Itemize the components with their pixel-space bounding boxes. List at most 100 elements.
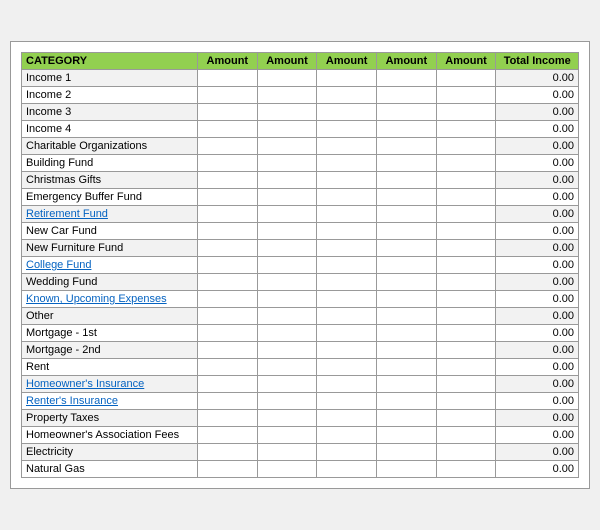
amount-cell[interactable] [317,70,377,87]
category-link[interactable]: Renter's Insurance [26,395,118,407]
amount-cell[interactable] [197,410,257,427]
amount-cell[interactable] [317,427,377,444]
category-link[interactable]: Homeowner's Insurance [26,378,144,390]
category-link[interactable]: College Fund [26,259,91,271]
amount-cell[interactable] [257,206,317,223]
amount-cell[interactable] [436,223,496,240]
amount-cell[interactable] [197,155,257,172]
amount-cell[interactable] [436,138,496,155]
amount-cell[interactable] [197,359,257,376]
amount-cell[interactable] [377,104,437,121]
amount-cell[interactable] [197,342,257,359]
amount-cell[interactable] [377,274,437,291]
amount-cell[interactable] [317,359,377,376]
amount-cell[interactable] [377,206,437,223]
amount-cell[interactable] [436,240,496,257]
amount-cell[interactable] [197,172,257,189]
amount-cell[interactable] [317,410,377,427]
amount-cell[interactable] [317,393,377,410]
amount-cell[interactable] [257,308,317,325]
amount-cell[interactable] [377,461,437,478]
amount-cell[interactable] [436,121,496,138]
amount-cell[interactable] [377,410,437,427]
amount-cell[interactable] [317,87,377,104]
amount-cell[interactable] [257,325,317,342]
amount-cell[interactable] [197,138,257,155]
amount-cell[interactable] [436,87,496,104]
amount-cell[interactable] [257,104,317,121]
amount-cell[interactable] [197,393,257,410]
amount-cell[interactable] [377,240,437,257]
amount-cell[interactable] [317,240,377,257]
amount-cell[interactable] [377,427,437,444]
amount-cell[interactable] [257,461,317,478]
amount-cell[interactable] [377,189,437,206]
amount-cell[interactable] [317,308,377,325]
amount-cell[interactable] [257,376,317,393]
amount-cell[interactable] [257,291,317,308]
amount-cell[interactable] [257,240,317,257]
amount-cell[interactable] [377,325,437,342]
amount-cell[interactable] [257,444,317,461]
amount-cell[interactable] [257,257,317,274]
amount-cell[interactable] [436,274,496,291]
amount-cell[interactable] [197,87,257,104]
amount-cell[interactable] [377,393,437,410]
category-link[interactable]: Retirement Fund [26,208,108,220]
amount-cell[interactable] [197,325,257,342]
amount-cell[interactable] [436,359,496,376]
amount-cell[interactable] [317,155,377,172]
amount-cell[interactable] [317,274,377,291]
amount-cell[interactable] [317,342,377,359]
amount-cell[interactable] [377,138,437,155]
amount-cell[interactable] [257,121,317,138]
amount-cell[interactable] [377,223,437,240]
amount-cell[interactable] [436,308,496,325]
category-link[interactable]: Known, Upcoming Expenses [26,293,167,305]
amount-cell[interactable] [257,274,317,291]
amount-cell[interactable] [317,257,377,274]
amount-cell[interactable] [436,189,496,206]
amount-cell[interactable] [436,325,496,342]
amount-cell[interactable] [436,427,496,444]
amount-cell[interactable] [317,376,377,393]
amount-cell[interactable] [377,291,437,308]
amount-cell[interactable] [377,70,437,87]
amount-cell[interactable] [197,240,257,257]
amount-cell[interactable] [436,257,496,274]
amount-cell[interactable] [197,121,257,138]
amount-cell[interactable] [317,223,377,240]
amount-cell[interactable] [377,155,437,172]
amount-cell[interactable] [317,291,377,308]
amount-cell[interactable] [317,461,377,478]
amount-cell[interactable] [257,393,317,410]
amount-cell[interactable] [197,444,257,461]
amount-cell[interactable] [377,87,437,104]
amount-cell[interactable] [257,427,317,444]
amount-cell[interactable] [377,308,437,325]
amount-cell[interactable] [197,257,257,274]
amount-cell[interactable] [197,376,257,393]
amount-cell[interactable] [436,342,496,359]
amount-cell[interactable] [377,342,437,359]
amount-cell[interactable] [436,410,496,427]
amount-cell[interactable] [436,104,496,121]
amount-cell[interactable] [317,121,377,138]
amount-cell[interactable] [436,291,496,308]
amount-cell[interactable] [257,189,317,206]
amount-cell[interactable] [197,291,257,308]
amount-cell[interactable] [377,359,437,376]
amount-cell[interactable] [436,444,496,461]
amount-cell[interactable] [377,172,437,189]
amount-cell[interactable] [317,189,377,206]
amount-cell[interactable] [257,70,317,87]
amount-cell[interactable] [317,325,377,342]
amount-cell[interactable] [377,376,437,393]
amount-cell[interactable] [257,342,317,359]
amount-cell[interactable] [257,359,317,376]
amount-cell[interactable] [197,308,257,325]
amount-cell[interactable] [436,376,496,393]
amount-cell[interactable] [257,223,317,240]
amount-cell[interactable] [436,155,496,172]
amount-cell[interactable] [257,155,317,172]
